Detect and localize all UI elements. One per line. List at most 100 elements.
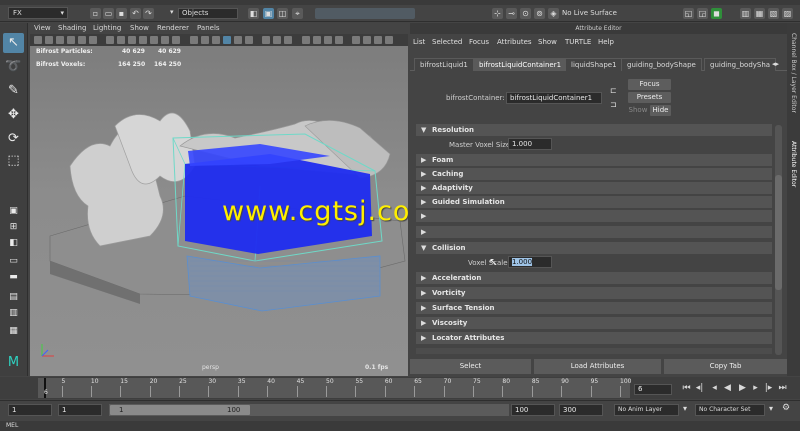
layout-icon-7[interactable]: ▥ [3,307,24,319]
hide-button[interactable]: Hide [650,105,671,116]
go-to-start-icon[interactable]: ⏮ [681,383,692,394]
textured-icon[interactable] [223,36,231,44]
ae-menu-help[interactable]: Help [598,38,614,46]
tab-liquid-shape[interactable]: liquidShape1 [565,58,623,71]
new-scene-icon[interactable]: ▫ [90,8,101,19]
resolution-gate-icon[interactable] [128,36,136,44]
step-forward-key-icon[interactable]: |▸ [763,383,774,394]
animation-start-field[interactable]: 1 [8,404,52,416]
current-frame-field[interactable]: 6 [634,384,672,395]
snap-grid-icon[interactable]: ⊹ [492,8,503,19]
layout-icon-5[interactable]: ▬ [3,271,24,283]
section-caching[interactable]: ▶ Caching [416,168,772,180]
shadows-icon[interactable] [245,36,253,44]
safe-title-icon[interactable] [172,36,180,44]
save-scene-icon[interactable]: ▪ [116,8,127,19]
persp-outliner-layout-icon[interactable]: ◧ [3,237,24,249]
show-button[interactable]: Show [628,105,648,116]
move-tool-icon[interactable]: ✥ [3,105,24,125]
animation-end-field[interactable]: 300 [559,404,603,416]
viewport-menu-shading[interactable]: Shading [58,24,86,32]
xray-icon[interactable] [262,36,270,44]
node-name-field[interactable]: bifrostLiquidContainer1 [506,92,602,104]
ae-menu-focus[interactable]: Focus [469,38,489,46]
ae-menu-list[interactable]: List [413,38,425,46]
character-set-arrow-icon[interactable]: ▾ [769,404,773,413]
ae-menu-show[interactable]: Show [538,38,557,46]
select-tool-icon[interactable]: ↖ [3,33,24,53]
section-surface-tension[interactable]: ▶ Surface Tension [416,302,772,314]
tab-bifrost-liquid-container[interactable]: bifrostLiquidContainer1 [473,58,568,71]
tab-guiding-body-shape[interactable]: guiding_bodyShape [621,58,702,71]
step-back-key-icon[interactable]: ◂| [694,383,705,394]
copy-tab-button[interactable]: Copy Tab [664,359,787,374]
section-hidden-row-2[interactable]: ▶ [416,226,772,238]
focus-button[interactable]: Focus [628,79,671,90]
tabs-scroll-right-icon[interactable]: ◂▸ [772,60,779,68]
section-adaptivity[interactable]: ▶ Adaptivity [416,182,772,194]
node-input-icon[interactable]: ⊏ [610,86,617,95]
ae-menu-turtle[interactable]: TURTLE [565,38,591,46]
play-backwards-icon[interactable]: ◀ [722,383,733,394]
section-locator-attributes[interactable]: ▶ Locator Attributes [416,332,772,344]
perspective-viewport[interactable]: Bifrost Particles: 40 629 40 629 Bifrost… [30,46,408,376]
gamma-icon[interactable] [363,36,371,44]
selection-mode-dropdown-arrow[interactable]: ▾ [170,8,174,16]
ae-menu-attributes[interactable]: Attributes [497,38,532,46]
wireframe-icon[interactable] [190,36,198,44]
color-management-icon[interactable] [385,36,393,44]
show-hide-modeling-toolkit-icon[interactable]: ▥ [740,8,751,19]
viewport-menu-lighting[interactable]: Lighting [93,24,121,32]
load-attributes-button[interactable]: Load Attributes [534,359,661,374]
use-all-lights-icon[interactable] [234,36,242,44]
grease-pencil-icon[interactable] [89,36,97,44]
scale-tool-icon[interactable]: ⬚ [3,151,24,171]
node-output-icon[interactable]: ⊐ [610,100,617,109]
ambient-occlusion-icon[interactable] [302,36,310,44]
section-viscosity[interactable]: ▶ Viscosity [416,317,772,329]
bookmarks-icon[interactable] [56,36,64,44]
xray-joints-icon[interactable] [273,36,281,44]
ipr-render-icon[interactable]: ◼ [711,8,722,19]
grid-icon[interactable] [106,36,114,44]
section-hidden-row[interactable]: ▶ [416,210,772,222]
viewport-menu-view[interactable]: View [34,24,51,32]
snap-view-icon[interactable]: ⊚ [534,8,545,19]
preferences-icon[interactable]: ⚙ [782,403,790,413]
show-hide-attribute-editor-icon[interactable]: ▦ [754,8,765,19]
character-set-dropdown[interactable]: No Character Set [695,404,765,416]
film-gate-icon[interactable] [117,36,125,44]
tab-bifrost-liquid[interactable]: bifrostLiquid1 [414,58,474,71]
isolate-select-icon[interactable] [352,36,360,44]
step-forward-frame-icon[interactable]: ▸ [750,383,761,394]
image-plane-icon[interactable] [67,36,75,44]
render-frame-icon[interactable]: ◲ [697,8,708,19]
presets-button[interactable]: Presets [628,92,671,103]
attribute-editor-scrollbar-thumb[interactable] [775,175,782,290]
section-collision[interactable]: ▼ Collision [416,242,772,254]
anim-layer-arrow-icon[interactable]: ▾ [683,404,687,413]
field-chart-icon[interactable] [150,36,158,44]
section-vorticity[interactable]: ▶ Vorticity [416,287,772,299]
render-view-icon[interactable]: ◱ [683,8,694,19]
undo-icon[interactable]: ↶ [130,8,141,19]
snap-curve-icon[interactable]: ⊸ [506,8,517,19]
layout-icon-8[interactable]: ▦ [3,325,24,337]
section-resolution[interactable]: ▼ Resolution [416,124,772,136]
wireframe-on-shaded-icon[interactable] [212,36,220,44]
gate-mask-icon[interactable] [139,36,147,44]
layout-icon-4[interactable]: ▭ [3,255,24,267]
playback-start-field[interactable]: 1 [58,404,102,416]
smooth-shade-icon[interactable] [201,36,209,44]
select-object-icon[interactable]: ▣ [263,8,274,19]
motion-blur-icon[interactable] [313,36,321,44]
viewport-menu-panels[interactable]: Panels [197,24,220,32]
section-foam[interactable]: ▶ Foam [416,154,772,166]
command-line[interactable]: MEL [0,421,800,431]
viewport-menu-show[interactable]: Show [130,24,149,32]
single-perspective-layout-icon[interactable]: ▣ [3,205,24,217]
lasso-tool-icon[interactable]: ➰ [3,57,24,77]
selection-mode-field[interactable]: Objects [178,8,238,19]
select-button[interactable]: Select [410,359,531,374]
show-hide-channel-box-icon[interactable]: ▨ [782,8,793,19]
